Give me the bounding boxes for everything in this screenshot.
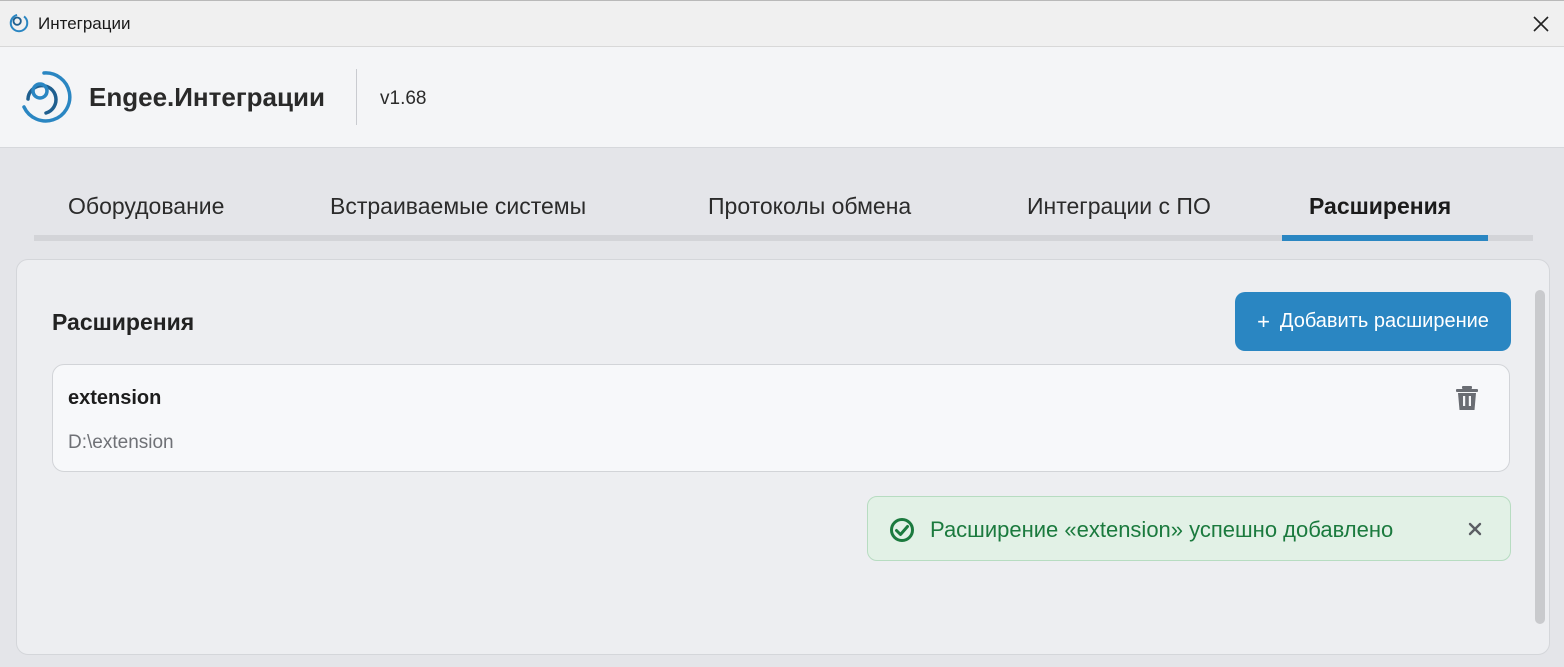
tab-software-integrations[interactable]: Интеграции с ПО [1027,193,1211,220]
toast-message: Расширение «extension» успешно добавлено [930,517,1394,542]
app-version: v1.68 [380,88,427,109]
header-divider [356,69,357,125]
trash-icon[interactable] [1455,385,1479,411]
app-header: Engee.Интеграции v1.68 [0,47,1564,148]
tab-extensions[interactable]: Расширения [1309,193,1451,220]
brand-logo-icon [22,71,72,123]
section-title: Расширения [52,309,195,335]
toast-close-button[interactable] [1462,516,1488,542]
vertical-scrollbar[interactable] [1535,290,1545,624]
extensions-panel: Расширения + Добавить расширение extensi… [16,259,1550,655]
tab-embedded-systems[interactable]: Встраиваемые системы [330,193,586,220]
extension-path: D:\extension [68,432,174,453]
close-icon [1533,16,1549,32]
app-brand-name: Engee.Интеграции [89,82,325,112]
active-tab-indicator [1282,235,1488,241]
plus-icon: + [1257,308,1270,334]
extension-card: extension D:\extension [52,364,1510,472]
success-toast: Расширение «extension» успешно добавлено [867,496,1511,561]
tab-equipment[interactable]: Оборудование [68,193,224,220]
close-icon [1468,522,1482,536]
add-extension-button[interactable]: + Добавить расширение [1235,292,1511,351]
check-circle-icon [890,518,914,542]
app-logo-icon [9,13,29,33]
window-close-button[interactable] [1518,1,1564,47]
app-window: Интеграции Engee.Интеграции v1.68 Оборуд… [0,0,1564,667]
title-bar: Интеграции [0,1,1564,47]
extension-name: extension [68,387,162,409]
window-title: Интеграции [38,14,131,33]
add-extension-label: Добавить расширение [1279,310,1489,332]
tab-exchange-protocols[interactable]: Протоколы обмена [708,193,911,220]
tab-bar: Оборудование Встраиваемые системы Проток… [34,173,1533,243]
